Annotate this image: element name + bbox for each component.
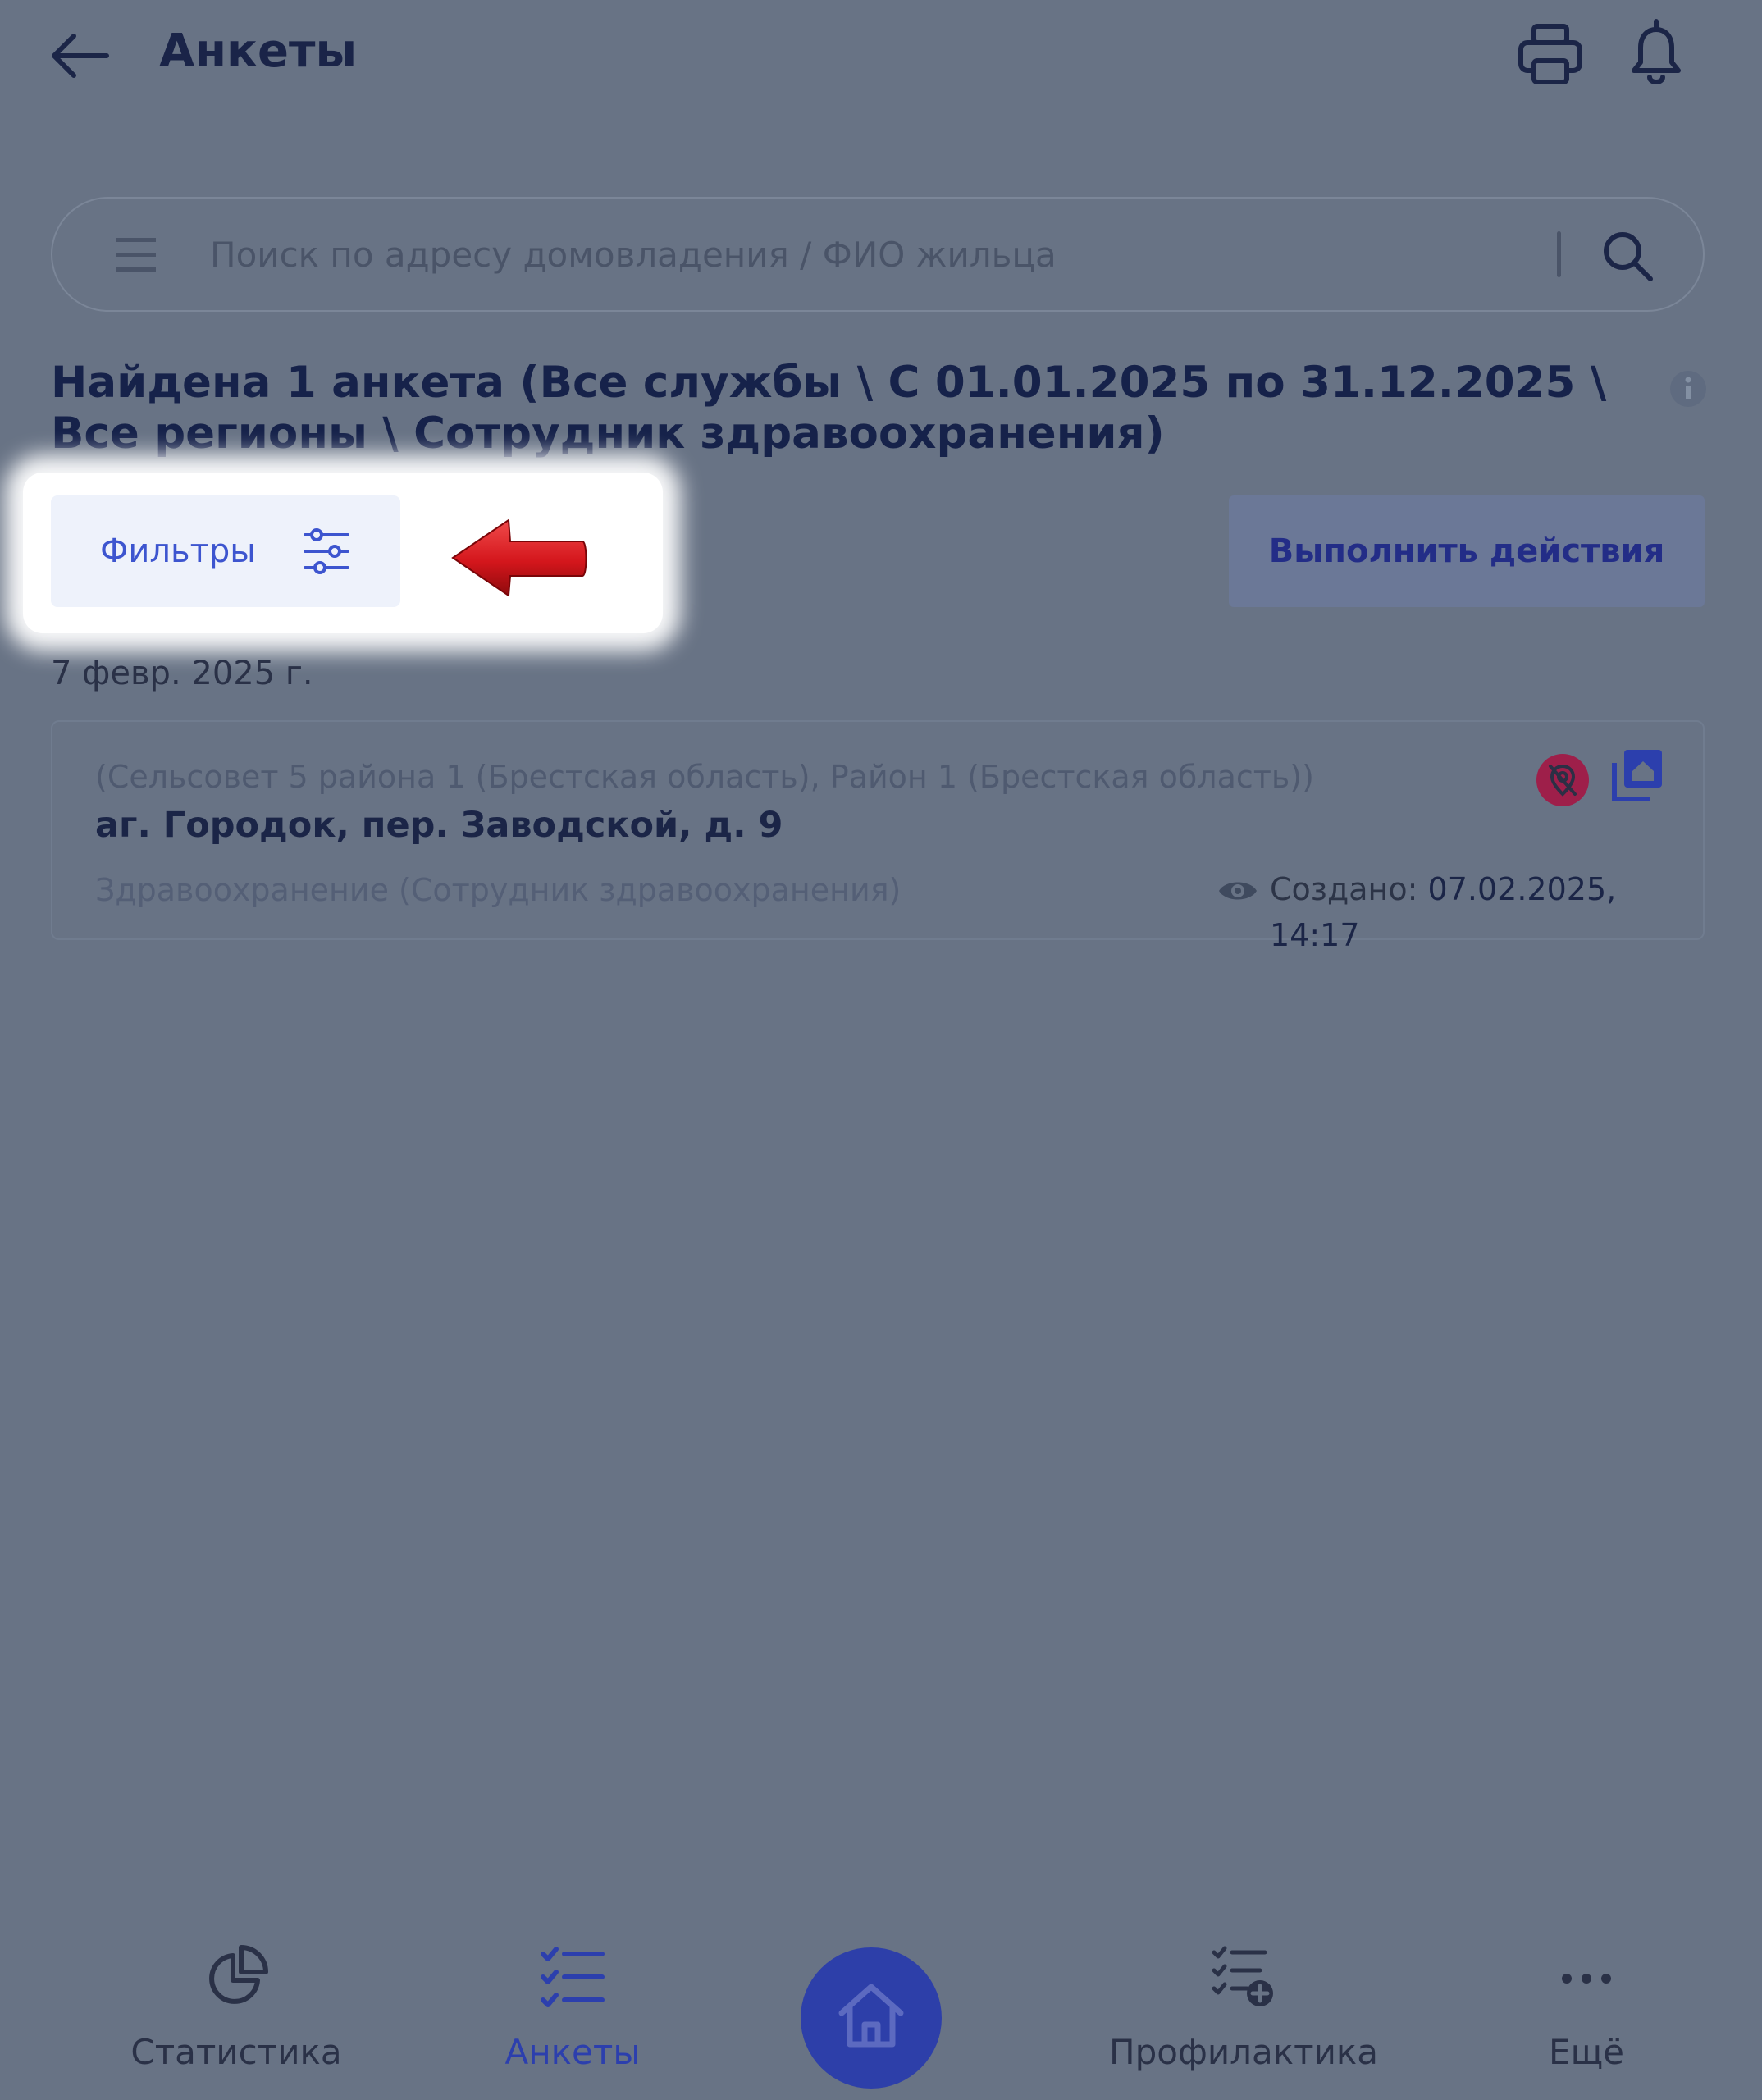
pointer-arrow-icon (451, 518, 587, 597)
nav-more-label: Ещё (1549, 2032, 1624, 2072)
filters-button-label: Фильтры (100, 532, 256, 570)
checklist-add-icon (1212, 1946, 1273, 2006)
home-icon (838, 1984, 904, 2048)
nav-statistics[interactable]: Статистика (89, 1944, 384, 2075)
house-gallery-icon[interactable] (1608, 746, 1665, 806)
page-title: Анкеты (159, 25, 358, 78)
questionnaire-card[interactable]: (Сельсовет 5 района 1 (Брестская область… (51, 720, 1705, 953)
location-off-icon (1536, 754, 1589, 806)
back-arrow-icon[interactable] (48, 23, 113, 89)
results-summary: Найдена 1 анкета (Все службы \ С 01.01.2… (51, 358, 1607, 459)
more-dots-icon (1562, 1974, 1611, 1984)
nav-prevention-label: Профилактика (1109, 2032, 1378, 2072)
nav-questionnaires[interactable]: Анкеты (425, 1944, 720, 2075)
created-timestamp: Создано: 07.02.2025, 14:17 (1270, 866, 1703, 958)
filters-button[interactable]: Фильтры (51, 495, 400, 607)
date-group-label: 7 февр. 2025 г. (51, 655, 313, 692)
actions-button[interactable]: Выполнить действия (1229, 495, 1705, 607)
search-input[interactable] (210, 228, 1555, 282)
created-label: Создано: (1270, 871, 1418, 907)
search-icon[interactable] (1595, 223, 1660, 289)
sliders-icon (304, 528, 349, 574)
nav-questionnaires-label: Анкеты (504, 2032, 641, 2072)
pie-chart-icon (209, 1945, 268, 2004)
search-divider (1557, 231, 1561, 277)
nav-statistics-label: Статистика (130, 2032, 342, 2072)
actions-button-label: Выполнить действия (1268, 532, 1665, 570)
hamburger-icon[interactable] (115, 236, 157, 274)
card-area: (Сельсовет 5 района 1 (Брестская область… (95, 759, 1314, 795)
card-service: Здравоохранение (Сотрудник здравоохранен… (95, 872, 902, 908)
bell-icon[interactable] (1623, 18, 1690, 89)
info-icon[interactable] (1668, 369, 1708, 409)
card-address: аг. Городок, пер. Заводской, д. 9 (95, 805, 783, 846)
nav-prevention[interactable]: Профилактика (1096, 1944, 1391, 2075)
checklist-icon (541, 1947, 605, 2007)
eye-icon (1219, 882, 1257, 900)
search-bar (51, 197, 1705, 312)
nav-more[interactable]: Ещё (1439, 1944, 1734, 2075)
home-button[interactable] (801, 1947, 942, 2089)
printer-icon[interactable] (1516, 20, 1585, 89)
